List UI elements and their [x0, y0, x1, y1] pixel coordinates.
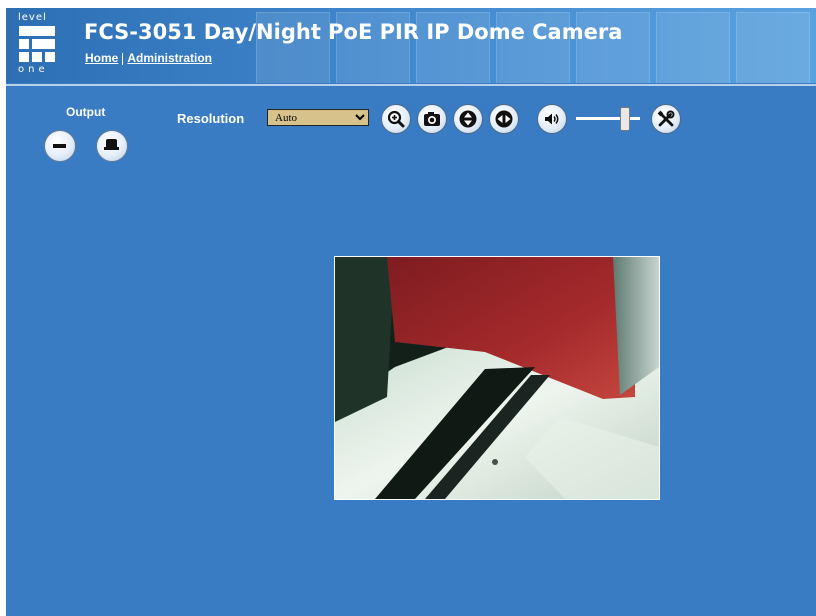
logo-blocks: [19, 26, 55, 62]
app-frame: level one FCS-3051 Day/Night PoE PIR IP …: [6, 8, 816, 616]
volume-slider-track[interactable]: [576, 117, 640, 120]
nav-links: Home Administration: [85, 51, 212, 65]
live-video-view[interactable]: [334, 256, 660, 500]
pan-button[interactable]: [489, 104, 519, 134]
administration-link[interactable]: Administration: [127, 51, 212, 65]
resolution-label: Resolution: [177, 111, 245, 126]
header-banner: level one FCS-3051 Day/Night PoE PIR IP …: [6, 8, 816, 83]
header-tile: [656, 12, 730, 83]
tilt-button[interactable]: [453, 104, 483, 134]
home-link[interactable]: Home: [85, 51, 118, 65]
nav-separator: [122, 52, 124, 65]
logo-top-text: level: [18, 12, 47, 23]
speaker-icon: [545, 113, 559, 125]
zoom-button[interactable]: [381, 104, 411, 134]
header-tile: [736, 12, 810, 83]
snapshot-button[interactable]: [417, 104, 447, 134]
camera-icon: [424, 112, 440, 126]
tools-icon: [657, 110, 675, 127]
video-frame-image: [335, 257, 659, 499]
header-divider: [6, 84, 816, 86]
output-off-button[interactable]: [44, 130, 76, 162]
resolution-select[interactable]: Auto: [267, 109, 369, 126]
volume-slider-thumb[interactable]: [620, 107, 630, 131]
up-down-arrows-icon: [459, 110, 477, 128]
settings-button[interactable]: [651, 104, 681, 134]
audio-button[interactable]: [537, 104, 567, 134]
levelone-logo: level one: [14, 12, 70, 78]
output-label: Output: [66, 105, 106, 119]
left-right-arrows-icon: [495, 110, 513, 128]
output-on-button[interactable]: [96, 130, 128, 162]
page-title: FCS-3051 Day/Night PoE PIR IP Dome Camer…: [84, 20, 623, 44]
zoom-in-icon: [387, 110, 405, 128]
logo-bottom-text: one: [18, 64, 49, 75]
